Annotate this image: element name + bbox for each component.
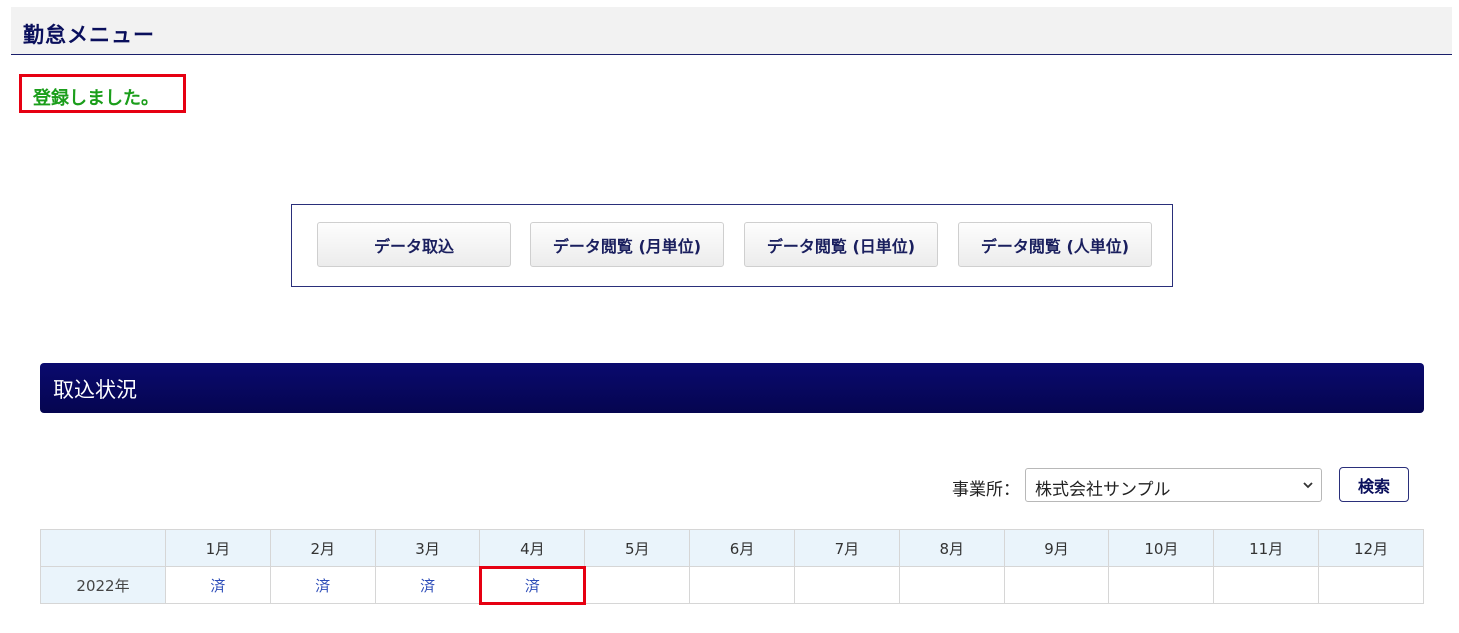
table-header-row: 1月 2月 3月 4月 5月 6月 7月 8月 9月 10月 11月 12月 xyxy=(40,529,1424,567)
status-cell-done[interactable]: 済 xyxy=(165,566,271,604)
status-cell-empty xyxy=(898,566,1005,604)
status-cell-empty xyxy=(1318,566,1424,604)
table-row: 2022年 済 済 済 済 xyxy=(40,565,1424,605)
view-daily-button[interactable]: データ閲覧 (日単位) xyxy=(744,222,938,267)
section-title: 取込状況 xyxy=(53,378,137,402)
status-cell-empty xyxy=(793,566,900,604)
page-title: 勤怠メニュー xyxy=(23,23,155,47)
section-header: 取込状況 xyxy=(40,363,1424,413)
search-button[interactable]: 検索 xyxy=(1339,467,1409,502)
status-cell-empty xyxy=(1108,566,1215,604)
success-message: 登録しました。 xyxy=(19,74,186,113)
status-cell-empty xyxy=(584,566,691,604)
month-header: 11月 xyxy=(1213,529,1320,567)
month-header: 8月 xyxy=(898,529,1005,567)
menu-panel: データ取込 データ閲覧 (月単位) データ閲覧 (日単位) データ閲覧 (人単位… xyxy=(291,204,1173,287)
office-filter-label: 事業所： xyxy=(952,480,1020,500)
status-cell-done[interactable]: 済 xyxy=(269,566,376,604)
status-cell-done[interactable]: 済 xyxy=(374,566,481,604)
month-header: 6月 xyxy=(689,529,795,567)
status-cell-empty xyxy=(1213,566,1320,604)
office-select[interactable]: 株式会社サンプル xyxy=(1025,468,1322,502)
month-header: 3月 xyxy=(374,529,481,567)
data-import-button[interactable]: データ取込 xyxy=(317,222,511,267)
import-status-table: 1月 2月 3月 4月 5月 6月 7月 8月 9月 10月 11月 12月 2… xyxy=(40,529,1424,605)
month-header: 1月 xyxy=(165,529,271,567)
status-cell-empty xyxy=(1003,566,1110,604)
month-header: 5月 xyxy=(584,529,691,567)
year-cell: 2022年 xyxy=(40,566,166,604)
status-cell-done-highlighted[interactable]: 済 xyxy=(478,565,586,605)
office-select-value: 株式会社サンプル xyxy=(1035,480,1171,500)
table-corner-cell xyxy=(40,529,166,567)
view-monthly-button[interactable]: データ閲覧 (月単位) xyxy=(530,222,724,267)
month-header: 2月 xyxy=(269,529,376,567)
month-header: 4月 xyxy=(479,529,586,567)
page-header: 勤怠メニュー xyxy=(11,7,1452,55)
view-person-button[interactable]: データ閲覧 (人単位) xyxy=(958,222,1152,267)
month-header: 9月 xyxy=(1003,529,1110,567)
month-header: 7月 xyxy=(793,529,900,567)
chevron-down-icon xyxy=(1303,482,1313,489)
status-cell-empty xyxy=(689,566,795,604)
month-header: 12月 xyxy=(1318,529,1424,567)
month-header: 10月 xyxy=(1108,529,1215,567)
